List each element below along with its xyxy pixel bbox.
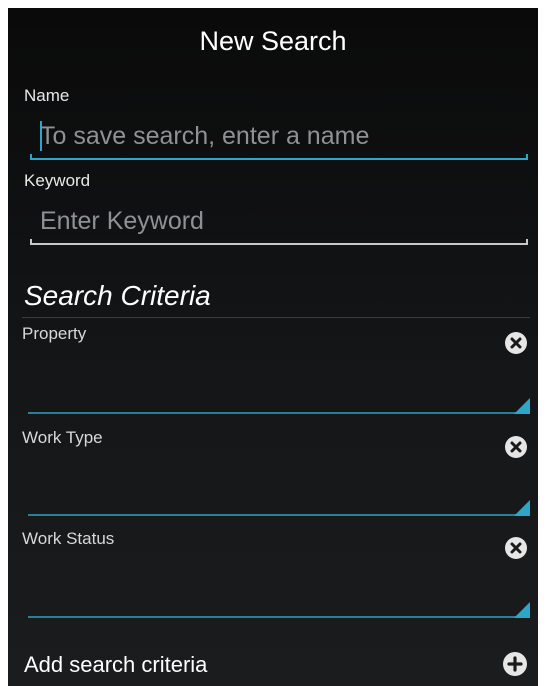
remove-property-button[interactable] bbox=[504, 331, 528, 355]
keyword-underline-left-tick bbox=[30, 239, 32, 245]
name-underline-left-tick bbox=[30, 154, 32, 160]
name-label: Name bbox=[24, 86, 70, 105]
remove-circle-icon bbox=[505, 537, 527, 559]
keyword-input[interactable] bbox=[30, 201, 528, 241]
name-underline bbox=[30, 158, 528, 160]
add-search-criteria-row[interactable]: Add search criteria bbox=[8, 644, 538, 686]
remove-circle-icon bbox=[505, 436, 527, 458]
criterion-label-property: Property bbox=[22, 324, 87, 343]
page-title: New Search bbox=[199, 26, 347, 56]
criterion-label-work-status: Work Status bbox=[22, 529, 115, 548]
name-field-container bbox=[30, 116, 528, 160]
text-cursor bbox=[40, 121, 42, 151]
keyword-label: Keyword bbox=[24, 171, 91, 190]
search-criteria-header: Search Criteria bbox=[24, 280, 211, 311]
add-criteria-button[interactable] bbox=[502, 651, 528, 677]
remove-circle-icon bbox=[505, 332, 527, 354]
keyword-underline bbox=[30, 243, 528, 245]
property-spinner[interactable] bbox=[28, 398, 530, 414]
criterion-label-work-type: Work Type bbox=[22, 428, 103, 447]
add-search-criteria-label: Add search criteria bbox=[24, 652, 208, 677]
spinner-underline bbox=[28, 616, 530, 618]
spinner-arrow-icon bbox=[514, 398, 530, 414]
keyword-underline-right-tick bbox=[526, 239, 528, 245]
work-type-spinner[interactable] bbox=[28, 500, 530, 516]
add-circle-icon bbox=[503, 652, 527, 676]
name-input[interactable] bbox=[30, 116, 528, 156]
keyword-field-container bbox=[30, 201, 528, 245]
name-underline-right-tick bbox=[526, 154, 528, 160]
section-divider bbox=[22, 317, 530, 318]
remove-work-status-button[interactable] bbox=[504, 536, 528, 560]
remove-work-type-button[interactable] bbox=[504, 435, 528, 459]
spinner-arrow-icon bbox=[514, 602, 530, 618]
spinner-arrow-icon bbox=[514, 500, 530, 516]
spinner-underline bbox=[28, 412, 530, 414]
spinner-underline bbox=[28, 514, 530, 516]
new-search-screen: New Search Name Keyword Search Criteria … bbox=[8, 8, 538, 686]
work-status-spinner[interactable] bbox=[28, 602, 530, 618]
